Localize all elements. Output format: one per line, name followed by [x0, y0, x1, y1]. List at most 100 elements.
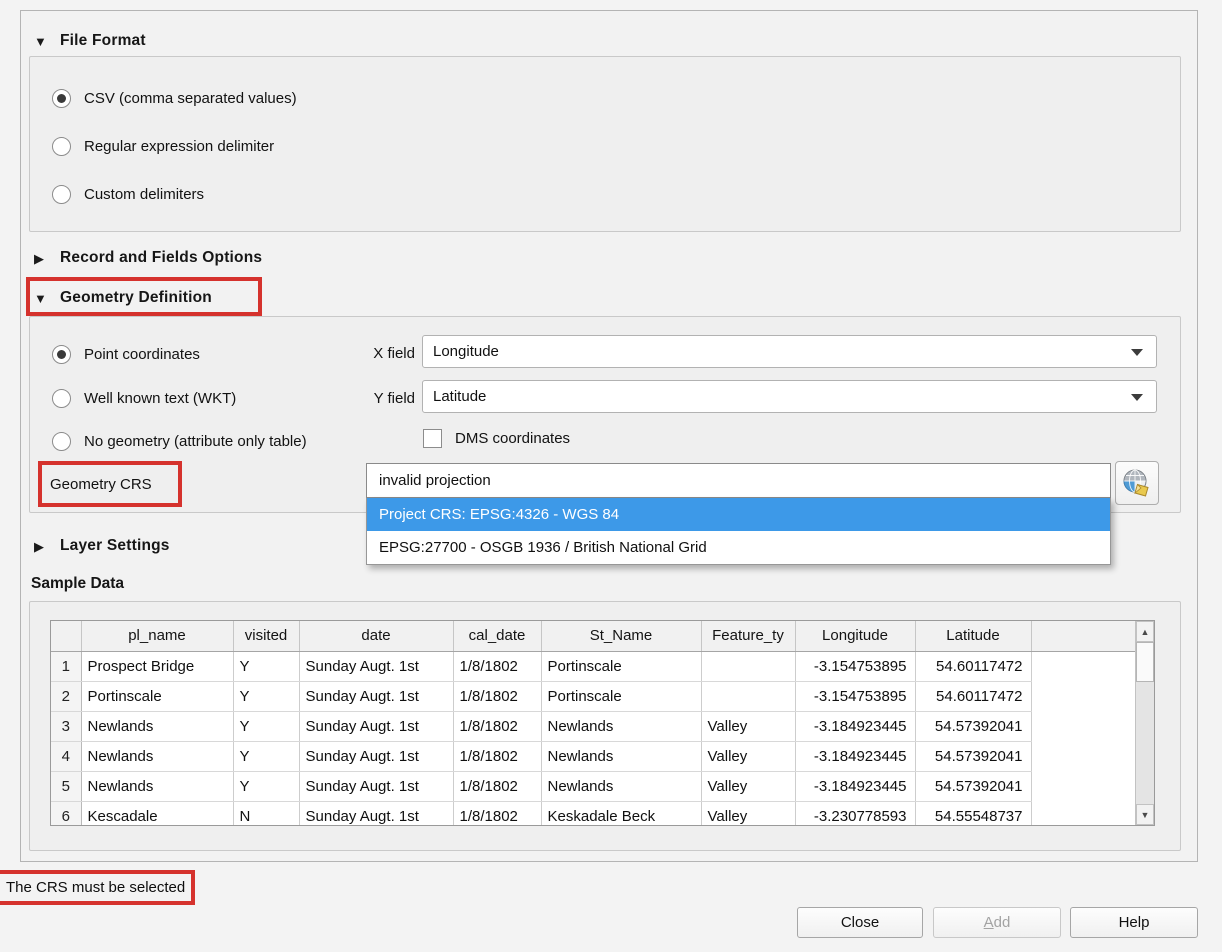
radio-label: CSV (comma separated values): [84, 90, 297, 107]
sample-data-groupbox: pl_name visited date cal_date St_Name Fe…: [29, 601, 1181, 851]
filler-cell: [1031, 681, 1135, 711]
section-file-format[interactable]: ▼ File Format: [34, 31, 146, 51]
radio-custom-delimiters[interactable]: Custom delimiters: [52, 183, 204, 205]
x-field-select[interactable]: Longitude: [422, 335, 1157, 368]
filler-cell: [1031, 771, 1135, 801]
cell: Valley: [701, 801, 795, 826]
sample-data-table: pl_name visited date cal_date St_Name Fe…: [50, 620, 1155, 826]
cell: Prospect Bridge: [81, 651, 233, 681]
cell: Valley: [701, 711, 795, 741]
cell: -3.184923445: [795, 741, 915, 771]
cell: 54.60117472: [915, 681, 1031, 711]
radio-wkt[interactable]: Well known text (WKT): [52, 387, 236, 409]
crs-option-epsg-27700[interactable]: EPSG:27700 - OSGB 1936 / British Nationa…: [367, 531, 1110, 564]
crs-combobox-field[interactable]: invalid projection: [366, 463, 1111, 498]
collapse-right-icon: ▶: [34, 540, 49, 553]
section-title: Layer Settings: [60, 537, 170, 555]
col-header[interactable]: visited: [233, 621, 299, 651]
row-number: 1: [51, 651, 81, 681]
cell: 54.55548737: [915, 801, 1031, 826]
add-button-mnemonic: A: [984, 914, 994, 931]
cell: Sunday Augt. 1st: [299, 771, 453, 801]
col-header[interactable]: date: [299, 621, 453, 651]
radio-label: Regular expression delimiter: [84, 138, 274, 155]
cell: Y: [233, 681, 299, 711]
row-number: 6: [51, 801, 81, 826]
col-header[interactable]: pl_name: [81, 621, 233, 651]
col-header[interactable]: St_Name: [541, 621, 701, 651]
delimited-text-dialog: ▼ File Format CSV (comma separated value…: [0, 0, 1222, 952]
cell: Y: [233, 711, 299, 741]
radio-csv[interactable]: CSV (comma separated values): [52, 87, 297, 109]
geometry-crs-label: Geometry CRS: [50, 476, 152, 493]
table-row: 2 Portinscale Y Sunday Augt. 1st 1/8/180…: [51, 681, 1135, 711]
cell: -3.154753895: [795, 681, 915, 711]
col-header[interactable]: Latitude: [915, 621, 1031, 651]
row-number: 2: [51, 681, 81, 711]
cell: 54.57392041: [915, 711, 1031, 741]
y-field-select[interactable]: Latitude: [422, 380, 1157, 413]
cell: Sunday Augt. 1st: [299, 711, 453, 741]
dialog-scroll-area: ▼ File Format CSV (comma separated value…: [20, 10, 1198, 862]
col-header[interactable]: Longitude: [795, 621, 915, 651]
cell: 54.60117472: [915, 651, 1031, 681]
y-field-value: Latitude: [433, 388, 486, 405]
cell: Newlands: [541, 741, 701, 771]
cell: 1/8/1802: [453, 711, 541, 741]
cell: -3.154753895: [795, 651, 915, 681]
filler-cell: [1031, 651, 1135, 681]
select-crs-button[interactable]: [1115, 461, 1159, 505]
radio-regex-delimiter[interactable]: Regular expression delimiter: [52, 135, 274, 157]
table-header-row: pl_name visited date cal_date St_Name Fe…: [51, 621, 1135, 651]
dms-coordinates-checkbox-row[interactable]: DMS coordinates: [423, 427, 570, 449]
col-header[interactable]: Feature_ty: [701, 621, 795, 651]
close-button[interactable]: Close: [797, 907, 923, 938]
globe-edit-icon: [1121, 467, 1153, 499]
scrollbar-thumb[interactable]: [1136, 642, 1154, 682]
section-geometry-definition[interactable]: ▼ Geometry Definition: [34, 288, 212, 308]
cell: Kescadale: [81, 801, 233, 826]
scroll-up-icon[interactable]: ▲: [1136, 621, 1154, 642]
help-button[interactable]: Help: [1070, 907, 1198, 938]
cell: -3.184923445: [795, 771, 915, 801]
section-record-fields-options[interactable]: ▶ Record and Fields Options: [34, 248, 262, 268]
section-title: File Format: [60, 32, 146, 50]
filler-cell: [1031, 741, 1135, 771]
y-field-label: Y field: [355, 390, 415, 407]
geometry-crs-combobox: invalid projection Project CRS: EPSG:432…: [366, 463, 1111, 565]
chevron-down-icon: [1131, 349, 1143, 356]
x-field-label: X field: [355, 345, 415, 362]
section-title: Geometry Definition: [60, 289, 212, 307]
col-header[interactable]: cal_date: [453, 621, 541, 651]
section-title: Record and Fields Options: [60, 249, 262, 267]
crs-dropdown-list: Project CRS: EPSG:4326 - WGS 84 EPSG:277…: [366, 498, 1111, 565]
table-row: 3 Newlands Y Sunday Augt. 1st 1/8/1802 N…: [51, 711, 1135, 741]
radio-point-coordinates[interactable]: Point coordinates: [52, 343, 200, 365]
crs-option-project-crs[interactable]: Project CRS: EPSG:4326 - WGS 84: [367, 498, 1110, 531]
x-field-value: Longitude: [433, 343, 499, 360]
radio-no-geometry[interactable]: No geometry (attribute only table): [52, 430, 307, 452]
checkbox-icon: [423, 429, 442, 448]
filler-cell: [1031, 801, 1135, 826]
cell: Y: [233, 651, 299, 681]
section-layer-settings[interactable]: ▶ Layer Settings: [34, 536, 170, 556]
cell: Valley: [701, 741, 795, 771]
radio-label: Point coordinates: [84, 346, 200, 363]
cell: [701, 681, 795, 711]
add-button[interactable]: Add: [933, 907, 1061, 938]
cell: Portinscale: [81, 681, 233, 711]
status-message: The CRS must be selected: [6, 879, 185, 896]
cell: Newlands: [81, 741, 233, 771]
cell: 1/8/1802: [453, 681, 541, 711]
cell: Newlands: [541, 711, 701, 741]
cell: 1/8/1802: [453, 801, 541, 826]
scroll-down-icon[interactable]: ▼: [1136, 804, 1154, 825]
radio-selected-icon: [52, 345, 71, 364]
cell: 1/8/1802: [453, 771, 541, 801]
chevron-down-icon: [1131, 394, 1143, 401]
vertical-scrollbar[interactable]: ▲ ▼: [1135, 621, 1154, 825]
row-number: 3: [51, 711, 81, 741]
cell: 54.57392041: [915, 771, 1031, 801]
cell: Keskadale Beck: [541, 801, 701, 826]
cell: [701, 651, 795, 681]
